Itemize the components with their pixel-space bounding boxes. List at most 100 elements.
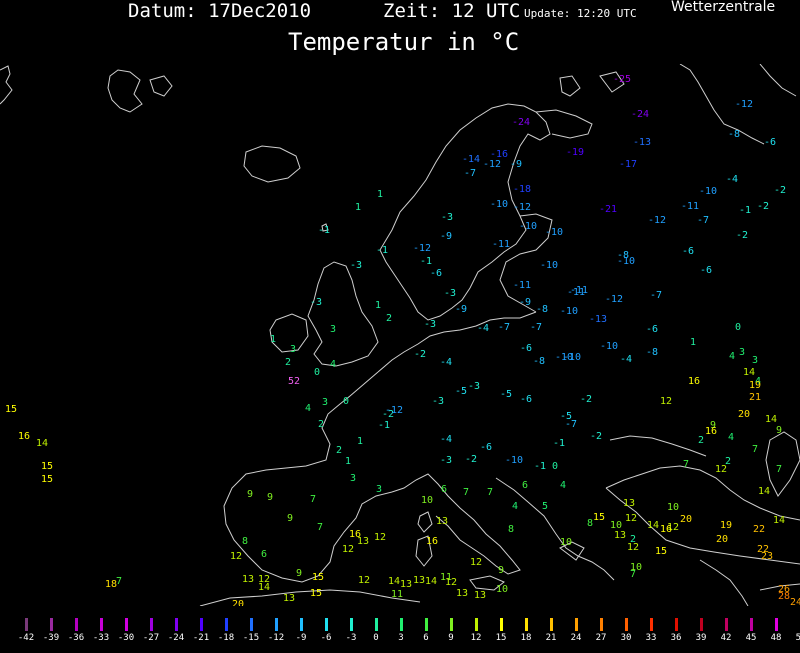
station-temperature: 15 bbox=[310, 588, 323, 599]
legend-value: 39 bbox=[695, 633, 707, 643]
legend-item: -12 bbox=[264, 618, 288, 644]
legend-value: 27 bbox=[595, 633, 607, 643]
station-temperature: -7 bbox=[650, 290, 663, 301]
legend-item: 27 bbox=[589, 618, 613, 644]
station-temperature: -24 bbox=[631, 109, 650, 120]
station-temperature: -10 bbox=[505, 455, 524, 466]
station-temperature: 19 bbox=[749, 380, 762, 391]
legend-swatch bbox=[374, 618, 378, 631]
station-temperature: 9 bbox=[287, 513, 294, 524]
station-temperature: -4 bbox=[477, 323, 490, 334]
station-temperature: 14 bbox=[647, 520, 660, 531]
station-temperature: -10 bbox=[560, 306, 579, 317]
station-temperature: 13 bbox=[357, 536, 370, 547]
legend-value: -42 bbox=[17, 633, 35, 643]
station-temperature: -2 bbox=[465, 454, 478, 465]
station-temperature: -3 bbox=[424, 319, 437, 330]
legend-swatch bbox=[349, 618, 353, 631]
legend-swatch bbox=[574, 618, 578, 631]
station-temperature: 12 bbox=[627, 542, 640, 553]
station-temperature: -3 bbox=[444, 288, 457, 299]
station-temperature: -8 bbox=[533, 356, 546, 367]
legend-swatch bbox=[749, 618, 753, 631]
station-temperature: 13 bbox=[614, 530, 627, 541]
station-temperature: 11 bbox=[391, 589, 404, 600]
station-temperature: -21 bbox=[599, 204, 618, 215]
station-temperature: -1 bbox=[378, 420, 391, 431]
station-temperature: 13 bbox=[474, 590, 487, 601]
legend-value: 15 bbox=[495, 633, 507, 643]
station-temperature: 9 bbox=[296, 568, 303, 579]
legend-swatch bbox=[549, 618, 553, 631]
station-temperature: 15 bbox=[593, 512, 606, 523]
station-temperature: 13 bbox=[623, 498, 636, 509]
station-temperature: 4 bbox=[560, 480, 567, 491]
station-temperature: -12 bbox=[735, 99, 754, 110]
station-temperature: 9 bbox=[776, 425, 783, 436]
station-temperature: -8 bbox=[536, 304, 549, 315]
legend-swatch bbox=[699, 618, 703, 631]
station-temperature: 3 bbox=[350, 473, 357, 484]
station-temperature: -12 bbox=[483, 159, 502, 170]
legend-value: -9 bbox=[295, 633, 307, 643]
station-temperature: -12 bbox=[648, 215, 667, 226]
station-temperature: 24 bbox=[790, 597, 800, 607]
legend-item: -6 bbox=[314, 618, 338, 644]
station-temperature: 7 bbox=[463, 487, 470, 498]
legend-value: 33 bbox=[645, 633, 657, 643]
legend-value: -15 bbox=[242, 633, 260, 643]
station-temperature: -6 bbox=[700, 265, 713, 276]
station-temperature: -2 bbox=[590, 431, 603, 442]
station-temperature: -6 bbox=[764, 137, 777, 148]
station-temperature: -2 bbox=[580, 394, 593, 405]
station-temperature: -1 bbox=[553, 438, 566, 449]
station-temperature: 14 bbox=[765, 414, 778, 425]
station-temperature: 22 bbox=[753, 524, 766, 535]
station-temperature: -6 bbox=[682, 246, 695, 257]
legend-value: 30 bbox=[620, 633, 632, 643]
station-temperature: -3 bbox=[468, 381, 481, 392]
station-temperature: 20 bbox=[716, 534, 729, 545]
legend-swatch bbox=[424, 618, 428, 631]
legend-value: -36 bbox=[67, 633, 85, 643]
legend-item: 36 bbox=[664, 618, 688, 644]
station-temperature: -6 bbox=[430, 268, 443, 279]
station-temperature: -7 bbox=[464, 168, 477, 179]
station-temperature: -11 bbox=[681, 201, 700, 212]
station-temperature: 23 bbox=[761, 551, 774, 562]
station-temperature: 7 bbox=[630, 569, 637, 580]
station-temperature: -12 bbox=[385, 405, 404, 416]
legend-swatch bbox=[474, 618, 478, 631]
station-temperature: -14 bbox=[462, 154, 481, 165]
station-temperature: 7 bbox=[776, 464, 783, 475]
station-temperature: 21 bbox=[749, 392, 762, 403]
station-temperature: 12 bbox=[470, 557, 483, 568]
station-temperature: 1 bbox=[357, 436, 364, 447]
legend-item: 48 bbox=[764, 618, 788, 644]
station-temperature: -1 bbox=[534, 461, 547, 472]
station-temperature: -10 bbox=[555, 352, 574, 363]
svalbard-coast bbox=[107, 69, 143, 113]
station-temperature: 10 bbox=[496, 584, 509, 595]
station-temperature: 12 bbox=[660, 396, 673, 407]
station-temperature: 14 bbox=[36, 438, 49, 449]
station-temperature: -17 bbox=[619, 159, 638, 170]
legend-value: 12 bbox=[470, 633, 482, 643]
legend-swatch bbox=[399, 618, 403, 631]
station-temperature: 6 bbox=[522, 480, 529, 491]
station-temperature: -13 bbox=[633, 137, 652, 148]
legend-swatch bbox=[49, 618, 53, 631]
station-temperature: 12 bbox=[445, 577, 458, 588]
station-temperature: 0 bbox=[343, 396, 350, 407]
station-temperature: -6 bbox=[646, 324, 659, 335]
station-temperature: 13 bbox=[400, 579, 413, 590]
station-temperature: -13 bbox=[589, 314, 608, 325]
station-temperature: 12 bbox=[342, 544, 355, 555]
station-temperature: 15 bbox=[655, 546, 668, 557]
legend-value: 3 bbox=[398, 633, 404, 643]
station-temperature: 12 bbox=[258, 574, 271, 585]
station-temperature: 1 bbox=[270, 334, 277, 345]
station-temperature: 20 bbox=[680, 514, 693, 525]
station-temperature: -9 bbox=[440, 231, 453, 242]
legend-item: 12 bbox=[464, 618, 488, 644]
